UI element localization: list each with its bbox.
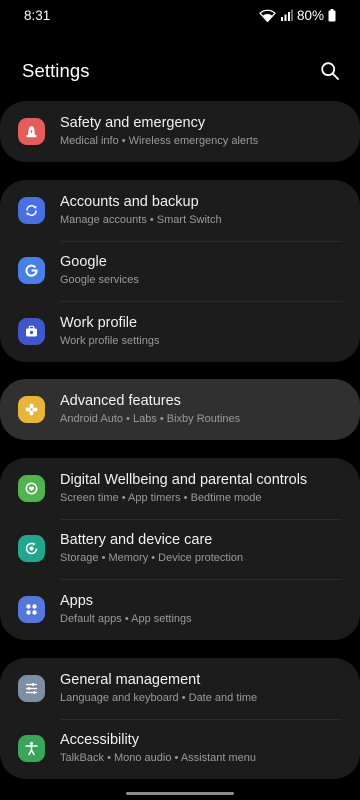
- settings-item-subtitle: Screen time • App timers • Bedtime mode: [60, 491, 262, 504]
- settings-item-title: Accessibility: [60, 732, 139, 749]
- settings-item-apps[interactable]: Apps Default apps • App settings: [0, 579, 360, 640]
- settings-item-subtitle: Default apps • App settings: [60, 612, 192, 625]
- siren-icon: [18, 117, 45, 145]
- battery-text: 80%: [296, 7, 324, 23]
- google-icon: [18, 257, 45, 285]
- sync-icon: [18, 196, 45, 224]
- search-button[interactable]: [318, 59, 342, 83]
- settings-item-title: Apps: [60, 592, 94, 609]
- wellbeing-icon: [18, 474, 45, 502]
- sliders-icon: [18, 674, 45, 702]
- accessibility-icon: [18, 735, 45, 763]
- briefcase-icon: [18, 317, 45, 345]
- page-title: Settings: [22, 60, 90, 81]
- settings-item-work-profile[interactable]: Work profile Work profile settings: [0, 301, 360, 362]
- settings-item-general[interactable]: General management Language and keyboard…: [0, 658, 360, 719]
- apps-grid-icon: [18, 595, 45, 623]
- settings-item-google[interactable]: Google Google services: [0, 240, 360, 302]
- status-bar: 8:31 80%: [0, 0, 360, 30]
- settings-item-battery[interactable]: Battery and device care Storage • Memory…: [0, 518, 360, 580]
- settings-group-safety: Safety and emergency Medical info • Wire…: [0, 101, 360, 162]
- settings-group-accounts: Accounts and backup Manage accounts • Sm…: [0, 180, 360, 362]
- settings-item-title: Google: [60, 254, 107, 271]
- settings-item-title: Battery and device care: [60, 532, 213, 549]
- settings-item-wellbeing[interactable]: Digital Wellbeing and parental controls …: [0, 458, 360, 519]
- settings-item-subtitle: Google services: [60, 274, 139, 287]
- battery-icon: [328, 8, 336, 22]
- settings-item-title: Safety and emergency: [60, 114, 206, 131]
- settings-item-safety[interactable]: Safety and emergency Medical info • Wire…: [0, 101, 360, 162]
- settings-item-subtitle: Work profile settings: [60, 334, 160, 347]
- puzzle-gear-icon: [18, 395, 45, 423]
- settings-group-device: Digital Wellbeing and parental controls …: [0, 458, 360, 640]
- settings-item-subtitle: TalkBack • Mono audio • Assistant menu: [60, 752, 257, 765]
- settings-item-accounts[interactable]: Accounts and backup Manage accounts • Sm…: [0, 180, 360, 241]
- wifi-icon: [259, 9, 276, 22]
- home-indicator[interactable]: [126, 792, 234, 795]
- settings-item-title: Accounts and backup: [60, 193, 199, 210]
- device-care-icon: [18, 535, 45, 563]
- settings-item-advanced[interactable]: Advanced features Android Auto • Labs • …: [0, 379, 360, 440]
- settings-item-subtitle: Manage accounts • Smart Switch: [60, 213, 222, 226]
- settings-group-general: General management Language and keyboard…: [0, 658, 360, 779]
- settings-item-title: General management: [60, 671, 201, 688]
- settings-item-accessibility[interactable]: Accessibility TalkBack • Mono audio • As…: [0, 718, 360, 780]
- settings-item-title: Digital Wellbeing and parental controls: [60, 471, 308, 488]
- signal-icon: [280, 9, 293, 21]
- settings-item-subtitle: Medical info • Wireless emergency alerts: [60, 134, 259, 147]
- settings-item-subtitle: Android Auto • Labs • Bixby Routines: [60, 412, 241, 425]
- header: Settings: [22, 58, 342, 84]
- status-icons: 80%: [259, 8, 336, 23]
- settings-item-title: Work profile: [60, 314, 138, 331]
- search-icon: [321, 62, 339, 80]
- settings-group-advanced: Advanced features Android Auto • Labs • …: [0, 379, 360, 440]
- settings-item-title: Advanced features: [60, 392, 181, 409]
- settings-item-subtitle: Storage • Memory • Device protection: [60, 552, 244, 565]
- settings-item-subtitle: Language and keyboard • Date and time: [60, 691, 258, 704]
- status-time: 8:31: [24, 7, 51, 23]
